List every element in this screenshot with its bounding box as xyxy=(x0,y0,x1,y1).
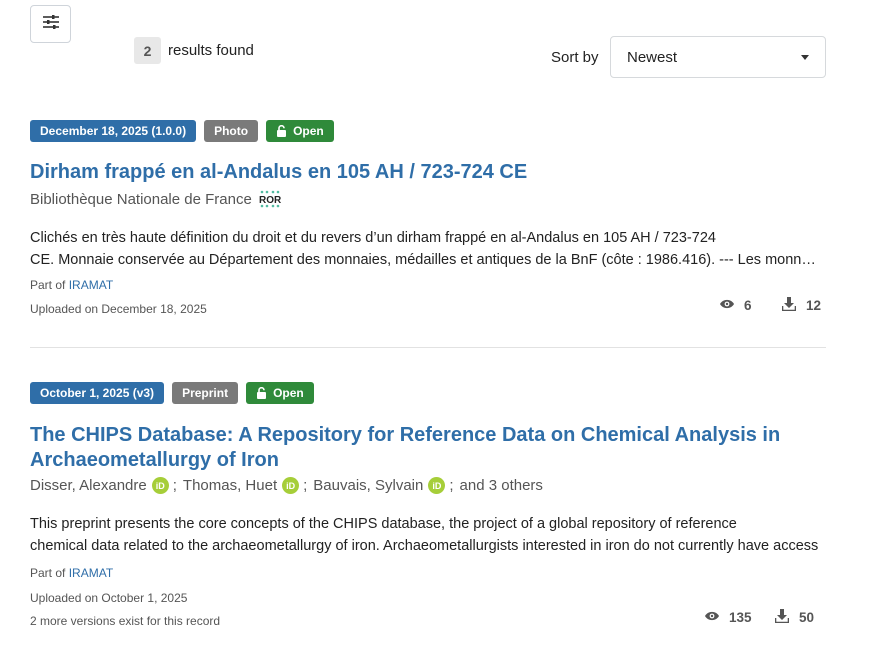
sort-selected-value: Newest xyxy=(627,48,678,66)
version-date-badge: October 1, 2025 (v3) xyxy=(30,382,165,404)
resource-type-badge: Preprint xyxy=(172,382,239,404)
author-name[interactable]: Bauvais, Sylvain xyxy=(313,477,423,494)
author-separator: ; xyxy=(449,477,454,494)
record-item: October 1, 2025 (v3) Preprint Open The C… xyxy=(30,382,826,632)
sort-label: Sort by xyxy=(551,49,599,66)
resource-type-badge: Photo xyxy=(204,120,259,142)
orcid-icon[interactable]: iD xyxy=(428,477,446,494)
download-icon xyxy=(781,297,797,314)
affiliation-name: Bibliothèque Nationale de France xyxy=(30,190,252,208)
unlock-icon xyxy=(277,125,287,137)
downloads-count: 12 xyxy=(806,298,822,313)
record-divider xyxy=(30,347,826,348)
access-badge: Open xyxy=(266,120,334,142)
record-stats: 6 12 xyxy=(719,297,821,314)
description-line-1: This preprint presents the core concepts… xyxy=(30,516,737,532)
results-count: 2 xyxy=(134,37,161,64)
description-line-1: Clichés en très haute définition du droi… xyxy=(30,230,716,246)
filter-button[interactable] xyxy=(30,5,71,43)
downloads-count: 50 xyxy=(799,610,815,625)
access-badge-label: Open xyxy=(273,386,304,400)
description-line-2: CE. Monnaie conservée au Département des… xyxy=(30,252,822,268)
author-name[interactable]: Disser, Alexandre xyxy=(30,477,147,494)
record-title-link[interactable]: The CHIPS Database: A Repository for Ref… xyxy=(30,423,780,473)
authors-list: Disser, Alexandre iD ; Thomas, Huet iD ;… xyxy=(30,477,543,494)
results-label: results found xyxy=(168,42,254,59)
record-description: This preprint presents the core concepts… xyxy=(30,513,826,557)
eye-icon xyxy=(704,610,720,625)
record-stats: 135 50 xyxy=(704,609,814,626)
svg-text:ROR: ROR xyxy=(259,195,282,206)
orcid-icon[interactable]: iD xyxy=(151,477,169,494)
part-of-label: Part of xyxy=(30,566,66,580)
part-of: Part of IRAMAT xyxy=(30,278,113,292)
part-of-label: Part of xyxy=(30,278,66,292)
uploaded-date: Uploaded on October 1, 2025 xyxy=(30,591,188,605)
orcid-icon[interactable]: iD xyxy=(282,477,300,494)
record-item: December 18, 2025 (1.0.0) Photo Open Dir… xyxy=(30,120,826,330)
versions-note[interactable]: 2 more versions exist for this record xyxy=(30,614,220,628)
author-separator: ; xyxy=(303,477,308,494)
sort-select[interactable]: Newest xyxy=(610,36,826,78)
record-description: Clichés en très haute définition du droi… xyxy=(30,227,826,271)
title-line-2: Archaeometallurgy of Iron xyxy=(30,449,279,471)
views-count: 135 xyxy=(729,610,752,625)
description-line-2: chemical data related to the archaeometa… xyxy=(30,538,819,554)
ror-logo-icon: ROR xyxy=(258,190,282,208)
title-line-1: The CHIPS Database: A Repository for Ref… xyxy=(30,424,781,446)
eye-icon xyxy=(719,298,735,313)
download-icon xyxy=(774,609,790,626)
record-badges: December 18, 2025 (1.0.0) Photo Open xyxy=(30,120,826,142)
author-name[interactable]: Thomas, Huet xyxy=(183,477,277,494)
affiliation: Bibliothèque Nationale de France ROR xyxy=(30,190,282,208)
uploaded-date: Uploaded on December 18, 2025 xyxy=(30,302,207,316)
access-badge-label: Open xyxy=(293,124,324,138)
views-count: 6 xyxy=(744,298,752,313)
access-badge: Open xyxy=(246,382,314,404)
more-authors[interactable]: and 3 others xyxy=(460,477,543,494)
caret-down-icon xyxy=(801,55,809,60)
version-date-badge: December 18, 2025 (1.0.0) xyxy=(30,120,197,142)
part-of: Part of IRAMAT xyxy=(30,566,113,580)
author-separator: ; xyxy=(172,477,177,494)
record-title-link[interactable]: Dirham frappé en al-Andalus en 105 AH / … xyxy=(30,160,527,185)
sliders-icon xyxy=(42,14,60,35)
record-badges: October 1, 2025 (v3) Preprint Open xyxy=(30,382,826,404)
community-link[interactable]: IRAMAT xyxy=(69,278,113,292)
community-link[interactable]: IRAMAT xyxy=(69,566,113,580)
unlock-icon xyxy=(257,387,267,399)
